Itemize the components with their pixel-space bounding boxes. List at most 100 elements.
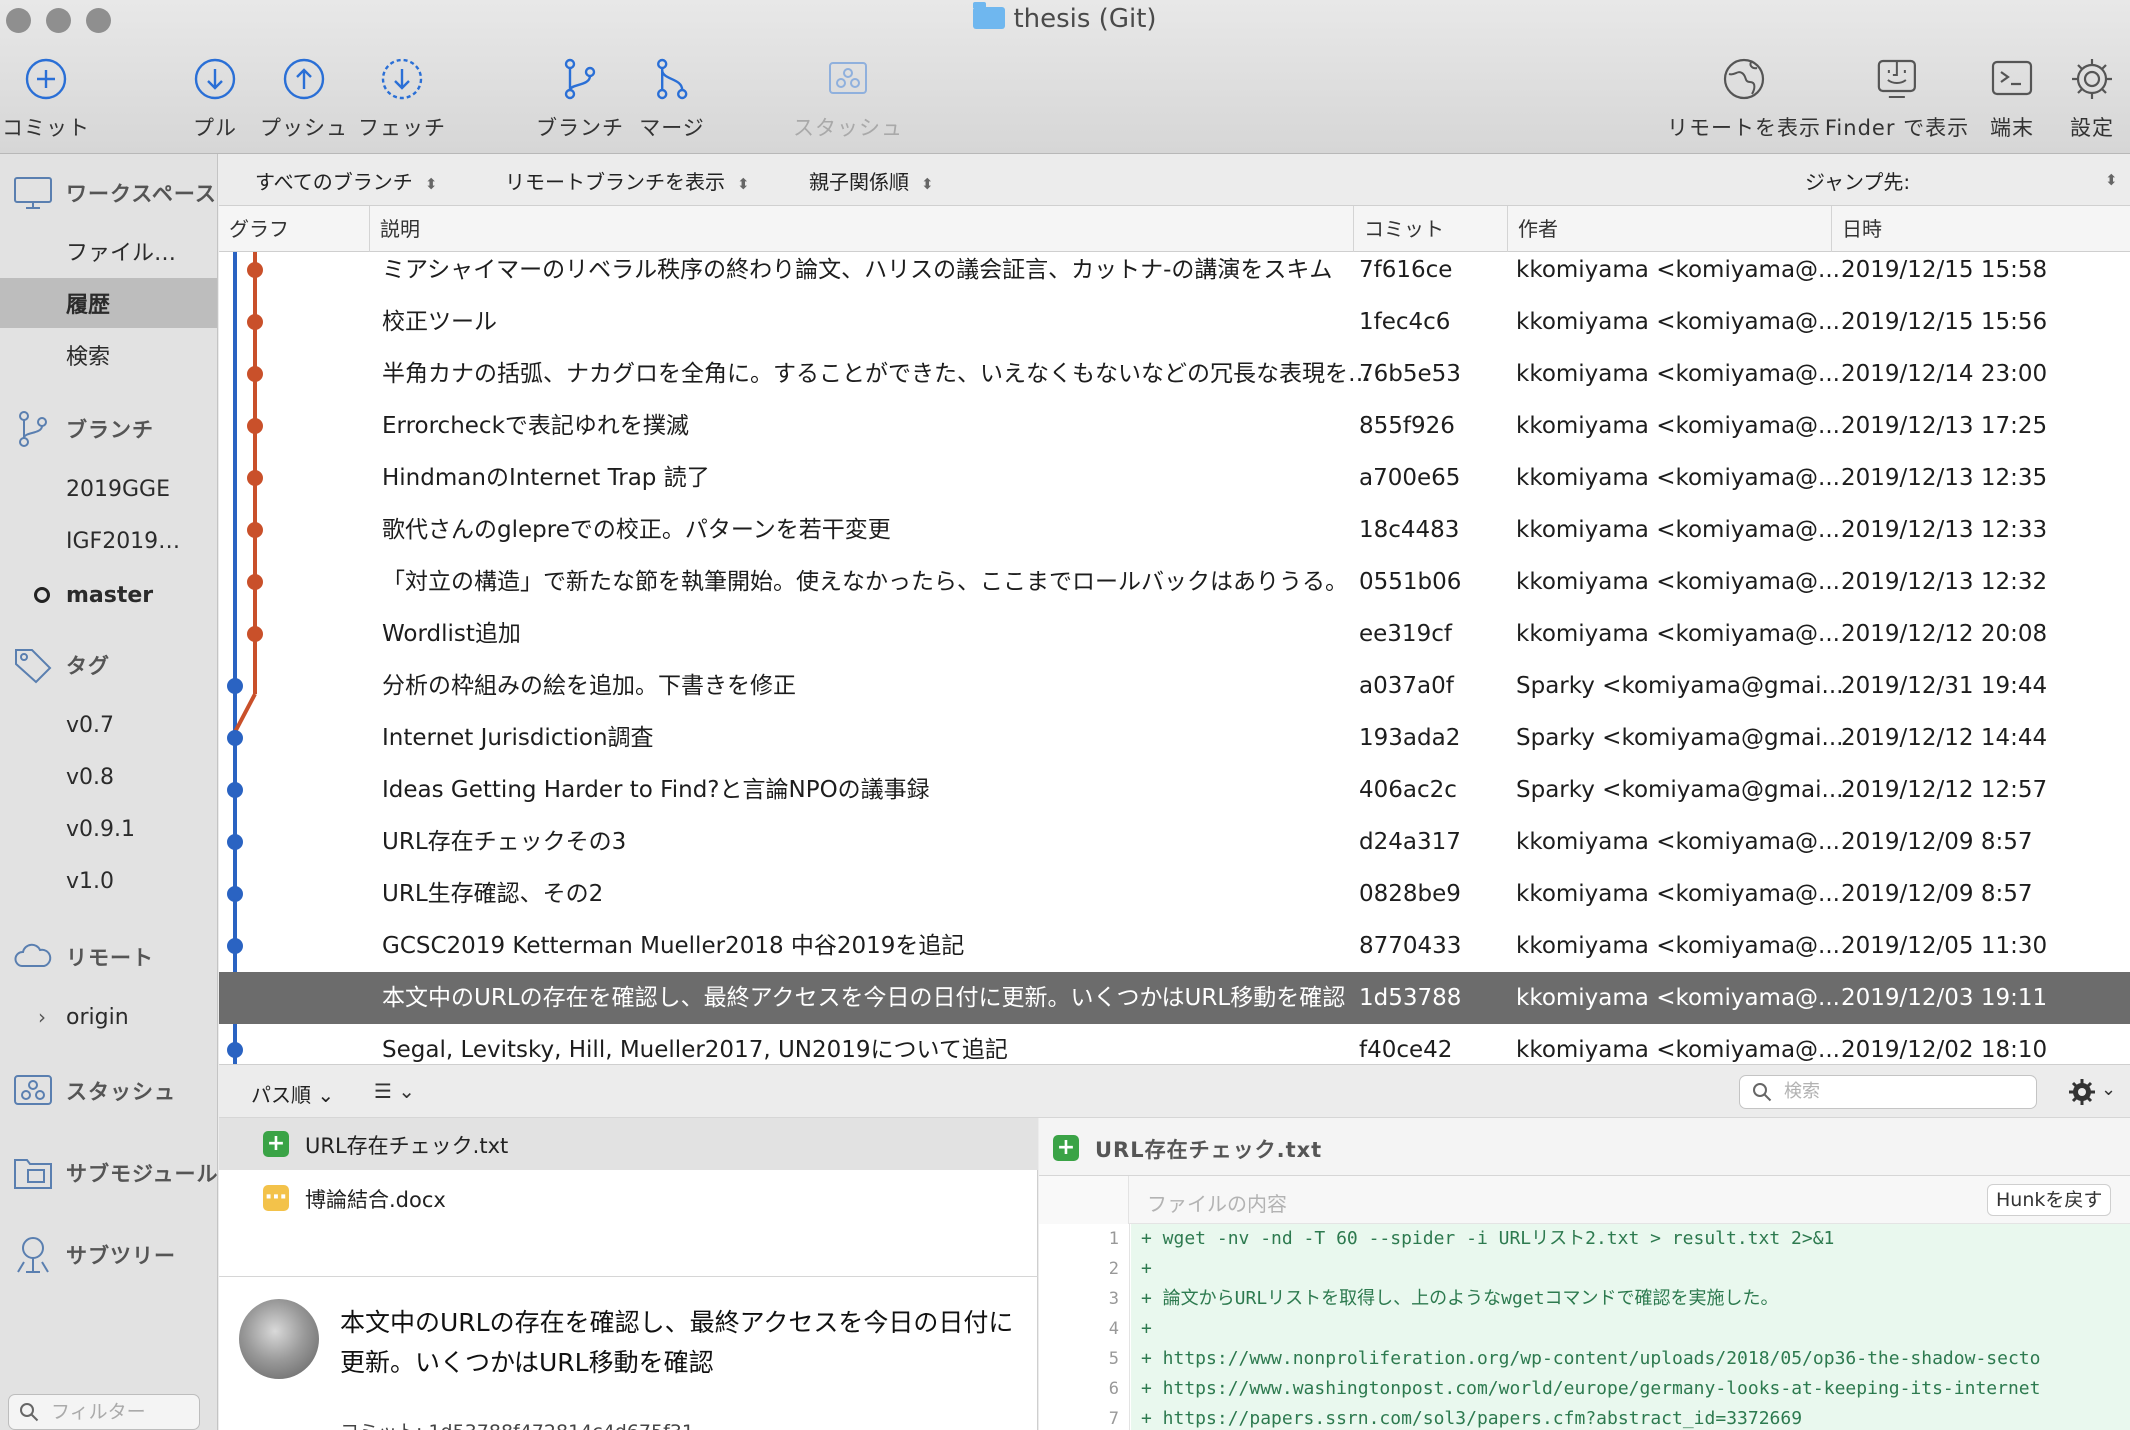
commit-row[interactable]: 本文中のURLの存在を確認し、最終アクセスを今日の日付に更新。いくつかはURL移… [219, 972, 2130, 1024]
commit-date: 2019/12/15 15:56 [1841, 309, 2048, 335]
sidebar-item-branch-2019gge[interactable]: 2019GGE [0, 464, 217, 514]
sidebar-section-stashes[interactable]: スタッシュ [0, 1066, 217, 1116]
diff-line[interactable]: 1 + wget -nv -nd -T 60 --spider -i URLリスト… [1039, 1224, 2130, 1254]
commit-row[interactable]: Segal, Levitsky, Hill, Mueller2017, UN20… [219, 1024, 2130, 1064]
sidebar-item-tag-v0-7[interactable]: v0.7 [0, 700, 217, 750]
column-header-graph[interactable]: グラフ [219, 206, 369, 252]
merge-icon [656, 58, 688, 100]
chevron-down-icon: ⌄ [398, 1079, 416, 1103]
sidebar-item-remote-origin[interactable]: › origin [0, 992, 217, 1042]
commit-date: 2019/12/13 12:32 [1841, 569, 2048, 595]
search-input[interactable]: 検索 [1739, 1075, 2037, 1109]
column-header-commit[interactable]: コミット [1353, 206, 1507, 252]
commit-author: kkomiyama <komiyama@... [1516, 1037, 1840, 1063]
diff-view: + URL存在チェック.txt ファイルの内容 Hunkを戻す 1 + wget … [1039, 1118, 2130, 1430]
diff-line[interactable]: 6 + https://www.washingtonpost.com/world/… [1039, 1374, 2130, 1404]
chevron-right-icon[interactable]: › [38, 1005, 46, 1029]
order-dropdown[interactable]: 親子関係順 ⬍ [809, 166, 934, 195]
diff-line[interactable]: 2 + [1039, 1254, 2130, 1284]
updown-chevron-icon[interactable]: ⬍ [2105, 166, 2118, 190]
branch-button[interactable]: ブランチ [536, 56, 624, 142]
chevron-down-icon[interactable]: ⌄ [2101, 1079, 2116, 1100]
all-branches-dropdown[interactable]: すべてのブランチ ⬍ [255, 166, 437, 195]
commit-row[interactable]: HindmanのInternet Trap 読了 a700e65 kkomiyama… [219, 452, 2130, 504]
commit-date: 2019/12/13 12:35 [1841, 465, 2048, 491]
fetch-button[interactable]: フェッチ [358, 56, 446, 142]
commit-row[interactable]: ミアシャイマーのリベラル秩序の終わり論文、ハリスの議会証言、カットナ-の講演をス… [219, 252, 2130, 296]
sidebar-item-file-status[interactable]: ファイル… [0, 226, 217, 276]
show-remote-button[interactable]: リモートを表示 [1667, 56, 1821, 142]
line-number: 3 [1108, 1289, 1119, 1309]
sidebar-item-tag-v1-0[interactable]: v1.0 [0, 856, 217, 906]
commit-row[interactable]: URL生存確認、その2 0828be9 kkomiyama <komiyama@..… [219, 868, 2130, 920]
commit-date: 2019/12/15 15:58 [1841, 257, 2048, 283]
terminal-button[interactable]: 端末 [1989, 56, 2035, 142]
commit-row[interactable]: Wordlist追加 ee319cf kkomiyama <komiyama@...… [219, 608, 2130, 660]
sidebar-item-tag-v0-9-1[interactable]: v0.9.1 [0, 804, 217, 854]
commit-hash: 855f926 [1359, 413, 1455, 439]
merge-button[interactable]: マージ [639, 56, 705, 142]
file-list-item[interactable]: + URL存在チェック.txt [219, 1118, 1038, 1170]
sidebar-section-tags[interactable]: タグ [0, 640, 217, 690]
commit-hash: 8770433 [1359, 933, 1462, 959]
sidebar-section-workspace[interactable]: ワークスペース [0, 168, 217, 218]
revert-hunk-button[interactable]: Hunkを戻す [1987, 1184, 2112, 1216]
commit-row[interactable]: Errorcheckで表記ゆれを撲滅 855f926 kkomiyama <komi… [219, 400, 2130, 452]
diff-line[interactable]: 7 + https://papers.ssrn.com/sol3/papers.c… [1039, 1404, 2130, 1430]
column-header-description[interactable]: 説明 [369, 206, 1353, 252]
added-line-text: + https://papers.ssrn.com/sol3/papers.cf… [1131, 1404, 2130, 1430]
diff-line[interactable]: 3 + 論文からURLリストを取得し、上のようなwgetコマンドで確認を実施した。 [1039, 1284, 2130, 1314]
settings-button[interactable]: 設定 [2069, 56, 2115, 142]
diff-line[interactable]: 4 + [1039, 1314, 2130, 1344]
added-file-icon: + [263, 1131, 289, 1157]
commit-button[interactable]: コミット [2, 56, 90, 142]
commit-row[interactable]: 分析の枠組みの絵を追加。下書きを修正 a037a0f Sparky <komiyam… [219, 660, 2130, 712]
commit-list: ミアシャイマーのリベラル秩序の終わり論文、ハリスの議会証言、カットナ-の講演をス… [219, 252, 2130, 1064]
sidebar-section-submodules[interactable]: サブモジュール [0, 1148, 217, 1198]
line-number: 5 [1108, 1349, 1119, 1369]
show-finder-button[interactable]: Finder で表示 [1825, 56, 1969, 142]
sidebar-item-tag-v0-8[interactable]: v0.8 [0, 752, 217, 802]
column-header-author[interactable]: 作者 [1507, 206, 1831, 252]
view-mode-dropdown[interactable]: ☰ ⌄ [374, 1079, 415, 1103]
sidebar-section-remotes[interactable]: リモート [0, 932, 217, 982]
stash-icon [14, 1075, 52, 1105]
commit-author: kkomiyama <komiyama@... [1516, 309, 1840, 335]
commit-hash: 18c4483 [1359, 517, 1460, 543]
commit-date: 2019/12/03 19:11 [1841, 985, 2048, 1011]
commit-hash: 0551b06 [1359, 569, 1462, 595]
gear-icon[interactable] [2067, 1077, 2097, 1107]
sidebar-item-search[interactable]: 検索 [0, 330, 217, 380]
commit-hash: f40ce42 [1359, 1037, 1453, 1063]
commit-row[interactable]: Ideas Getting Harder to Find?と言論NPOの議事録 4… [219, 764, 2130, 816]
sidebar-item-history[interactable]: 履歴 [0, 278, 217, 328]
terminal-icon [1991, 60, 2033, 96]
commit-author: Sparky <komiyama@gmai... [1516, 725, 1844, 751]
commit-hash: ee319cf [1359, 621, 1452, 647]
stash-button[interactable]: スタッシュ [793, 56, 903, 142]
jump-to-dropdown[interactable]: ジャンプ先: [1805, 166, 1910, 195]
diff-line[interactable]: 5 + https://www.nonproliferation.org/wp-c… [1039, 1344, 2130, 1374]
column-header-date[interactable]: 日時 [1831, 206, 2130, 252]
commit-date: 2019/12/12 12:57 [1841, 777, 2048, 803]
commit-row[interactable]: 校正ツール 1fec4c6 kkomiyama <komiyama@... 2019/… [219, 296, 2130, 348]
commit-meta: コミット: 1d53788f472814c4d675f31... [340, 1417, 712, 1430]
file-list-item[interactable]: ⋯ 博論結合.docx [219, 1172, 1038, 1224]
push-button[interactable]: プッシュ [260, 56, 348, 142]
sort-dropdown[interactable]: パス順 ⌄ [251, 1079, 334, 1108]
sidebar-section-branches[interactable]: ブランチ [0, 404, 217, 454]
sidebar-item-branch-master[interactable]: master [0, 570, 217, 620]
commit-table-header: グラフ 説明 コミット 作者 日時 [219, 206, 2130, 252]
branch-icon [564, 58, 596, 100]
sidebar-filter-input[interactable]: フィルター [8, 1394, 200, 1430]
show-remote-branches-dropdown[interactable]: リモートブランチを表示 ⬍ [505, 166, 750, 195]
commit-row[interactable]: 歌代さんのglepreでの校正。パターンを若干変更 18c4483 kkomiyam… [219, 504, 2130, 556]
commit-row[interactable]: Internet Jurisdiction調査 193ada2 Sparky <ko… [219, 712, 2130, 764]
pull-button[interactable]: プル [192, 56, 238, 142]
commit-row[interactable]: 「対立の構造」で新たな節を執筆開始。使えなかったら、ここまでロールバックはありう… [219, 556, 2130, 608]
commit-row[interactable]: URL存在チェックその3 d24a317 kkomiyama <komiyama@.… [219, 816, 2130, 868]
commit-row[interactable]: 半角カナの括弧、ナカグロを全角に。することができた、いえなくもないなどの冗長な表… [219, 348, 2130, 400]
commit-row[interactable]: GCSC2019 Ketterman Mueller2018 中谷2019を追記… [219, 920, 2130, 972]
sidebar-section-subtrees[interactable]: サブツリー [0, 1230, 217, 1280]
sidebar-item-branch-igf2019[interactable]: IGF2019… [0, 516, 217, 566]
